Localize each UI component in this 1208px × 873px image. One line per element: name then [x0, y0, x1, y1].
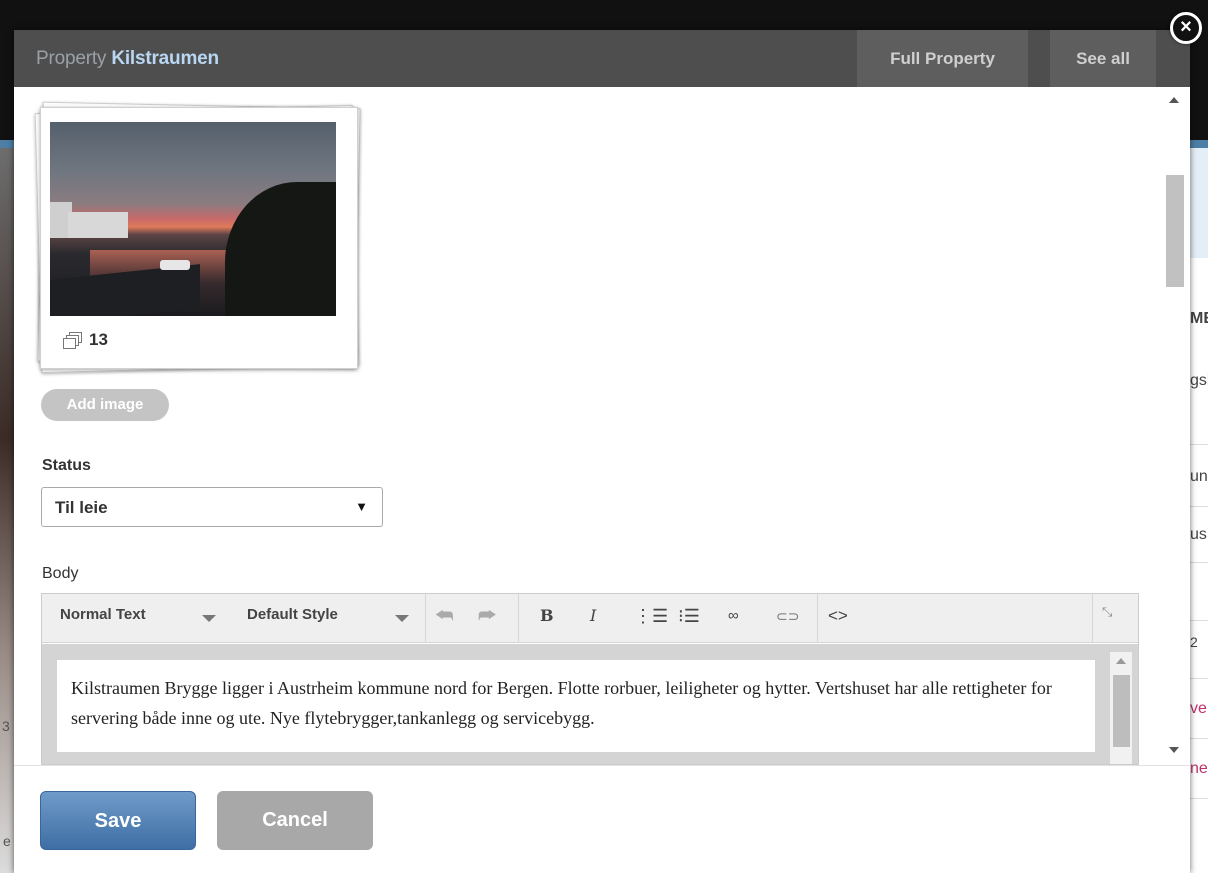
background-link-fragment[interactable]: ne [1190, 760, 1208, 778]
status-label: Status [42, 457, 91, 474]
see-all-button[interactable]: See all [1050, 30, 1156, 87]
background-text-fragment: us [1190, 526, 1207, 543]
bold-icon[interactable]: B [540, 604, 554, 628]
italic-icon[interactable]: I [590, 604, 596, 628]
modal-title-prefix: Property [36, 48, 107, 69]
editor-scroll-thumb[interactable] [1113, 675, 1130, 747]
background-page-right: ME gsl un us 2 ve ne [1190, 148, 1208, 873]
code-icon[interactable]: <> [828, 604, 848, 628]
status-selected-value: Til leie [55, 498, 108, 517]
unordered-list-icon[interactable]: ⁝☰ [678, 604, 700, 628]
body-label: Body [42, 565, 79, 582]
body-text-editor[interactable]: Kilstraumen Brygge ligger i Austrheim ko… [57, 660, 1095, 752]
link-icon[interactable]: ∞ [728, 604, 739, 628]
unlink-icon[interactable]: ⊂⊃ [776, 604, 799, 628]
background-link-fragment[interactable]: ve [1190, 700, 1207, 718]
modal-scroll-thumb[interactable] [1166, 175, 1184, 287]
editor-content-area: Kilstraumen Brygge ligger i Austrheim ko… [42, 644, 1138, 764]
chevron-down-icon[interactable] [202, 615, 216, 622]
property-modal: Property Kilstraumen Full Property See a… [14, 30, 1190, 873]
image-count: 13 [89, 330, 108, 349]
scroll-up-icon[interactable] [1116, 658, 1126, 664]
gallery-icon [63, 331, 83, 349]
scroll-up-icon[interactable] [1169, 97, 1179, 103]
property-photo-card[interactable]: 13 [40, 107, 358, 369]
save-button[interactable]: Save [40, 791, 196, 850]
fullscreen-icon[interactable]: ⤡ [1102, 600, 1112, 624]
editor-scrollbar[interactable] [1110, 652, 1132, 764]
gallery-count: 13 [63, 328, 108, 352]
modal-scrollbar[interactable] [1158, 87, 1190, 765]
background-page-left [0, 148, 14, 873]
modal-header: Property Kilstraumen Full Property See a… [14, 30, 1190, 87]
modal-footer: Save Cancel [14, 765, 1190, 873]
background-text-fragment: e [3, 833, 11, 849]
dropdown-caret-icon: ▼ [355, 499, 368, 514]
ordered-list-icon[interactable]: ⋮☰ [634, 604, 668, 628]
format-select[interactable]: Normal Text [60, 594, 146, 643]
close-icon[interactable]: × [1170, 12, 1202, 44]
background-text-fragment: un [1190, 468, 1208, 485]
background-text-fragment: 2 [1190, 634, 1198, 650]
full-property-button[interactable]: Full Property [857, 30, 1028, 87]
property-name: Kilstraumen [111, 48, 219, 69]
modal-title: Property Kilstraumen [36, 48, 219, 70]
body-editor: Normal Text Default Style ⮪ ⮫ B I ⋮☰ ⁝☰ … [41, 593, 1139, 765]
undo-icon[interactable]: ⮪ [435, 604, 454, 628]
status-select[interactable]: Til leie ▼ [41, 487, 383, 527]
scroll-down-icon[interactable] [1169, 747, 1179, 753]
property-photo[interactable] [50, 122, 336, 316]
style-select[interactable]: Default Style [247, 594, 338, 643]
add-image-button[interactable]: Add image [41, 389, 169, 421]
background-text-fragment: 3 [2, 718, 10, 734]
redo-icon[interactable]: ⮫ [478, 604, 497, 628]
cancel-button[interactable]: Cancel [217, 791, 373, 850]
background-text-fragment: ME [1190, 310, 1208, 327]
editor-toolbar: Normal Text Default Style ⮪ ⮫ B I ⋮☰ ⁝☰ … [42, 594, 1138, 643]
chevron-down-icon[interactable] [395, 615, 409, 622]
modal-body: 13 Add image Status Til leie ▼ Body Norm… [14, 87, 1190, 765]
background-text-fragment: gsl [1190, 372, 1208, 389]
